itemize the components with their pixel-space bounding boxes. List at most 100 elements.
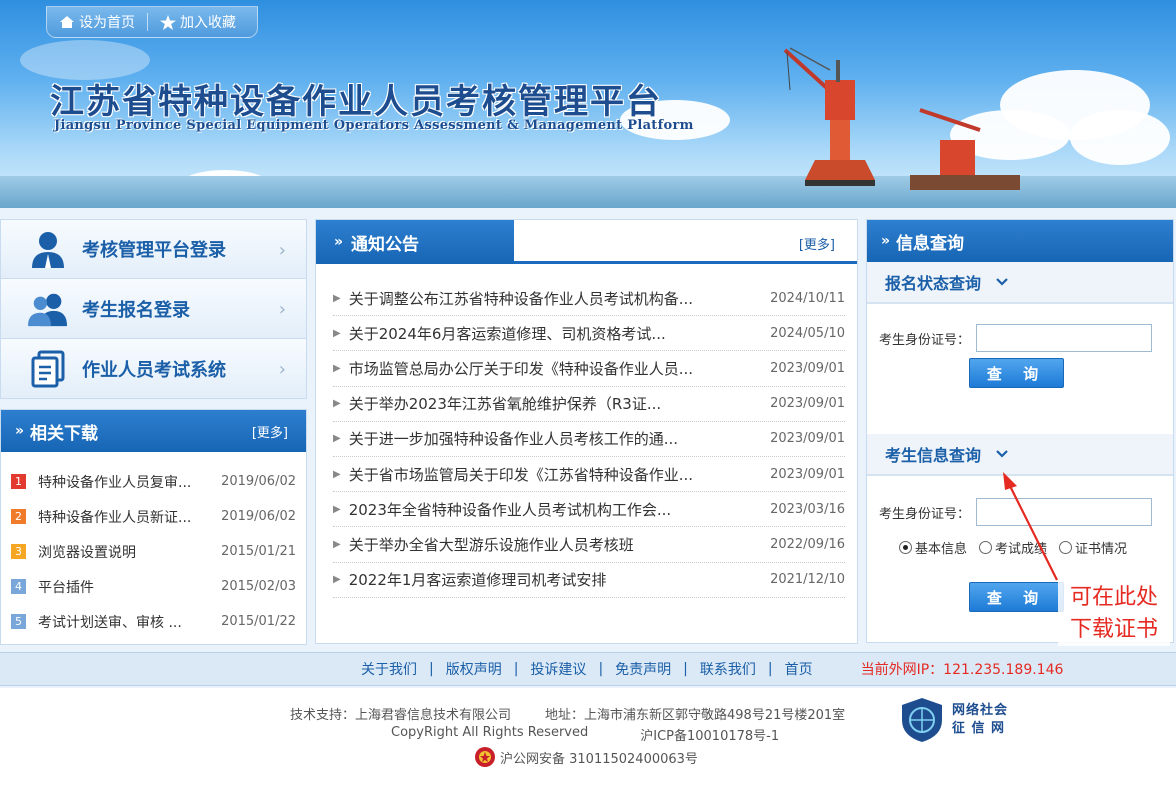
download-link[interactable]: 特种设备作业人员新证... xyxy=(38,507,203,527)
radio-unchecked-icon xyxy=(979,541,993,554)
bullet-icon: ▶ xyxy=(333,503,341,515)
users-icon xyxy=(28,289,68,329)
link-separator: | xyxy=(429,661,434,677)
double-chevron-icon: » xyxy=(881,233,891,249)
chevron-down-icon xyxy=(996,278,1008,286)
list-item: ▶ 市场监管总局办公厅关于印发《特种设备作业人员... 2023/09/01 xyxy=(333,351,845,387)
list-item: ▶ 2022年1月客运索道修理司机考试安排 2021/12/10 xyxy=(333,563,845,598)
downloads-header: » 相关下载 [更多] xyxy=(1,410,306,452)
list-item: 2 特种设备作业人员新证... 2019/06/02 xyxy=(11,499,296,534)
candidate-login-label: 考生报名登录 xyxy=(82,299,190,321)
notice-date: 2023/09/01 xyxy=(770,396,845,412)
reg-status-title: 报名状态查询 xyxy=(885,274,982,293)
radio-label: 基本信息 xyxy=(915,542,968,557)
notice-link[interactable]: 2023年全省特种设备作业人员考试机构工作会... xyxy=(349,499,744,520)
notice-more-link[interactable]: [更多] xyxy=(799,234,835,253)
annotation-line2: 下载证书 xyxy=(1069,617,1158,642)
list-item: 3 浏览器设置说明 2015/01/21 xyxy=(11,534,296,569)
list-item: 4 平台插件 2015/02/03 xyxy=(11,569,296,604)
rank-badge: 1 xyxy=(11,474,26,489)
notice-tab[interactable]: » 通知公告 xyxy=(316,220,514,264)
add-favorite-link[interactable]: 加入收藏 xyxy=(148,12,248,32)
icp-link[interactable]: 沪ICP备10010178号-1 xyxy=(640,725,779,744)
downloads-panel: » 相关下载 [更多] 1 特种设备作业人员复审... 2019/06/02 2… xyxy=(0,409,307,645)
star-icon xyxy=(160,14,176,30)
notice-date: 2024/05/10 xyxy=(770,325,845,341)
rank-badge: 5 xyxy=(11,614,26,629)
notice-link[interactable]: 关于举办2023年江苏省氧舱维护保养（R3证... xyxy=(349,393,744,414)
list-item: ▶ 关于省市场监管局关于印发《江苏省特种设备作业... 2023/09/01 xyxy=(333,457,845,493)
set-homepage-link[interactable]: 设为首页 xyxy=(47,12,147,32)
list-item: ▶ 关于2024年6月客运索道修理、司机资格考试... 2024/05/10 xyxy=(333,316,845,352)
notice-link[interactable]: 关于2024年6月客运索道修理、司机资格考试... xyxy=(349,323,744,344)
exam-system-label: 作业人员考试系统 xyxy=(82,359,226,381)
footer-links-bar: 关于我们 | 版权声明 | 投诉建议 | 免责声明 | 联系我们 | 首页 当前… xyxy=(0,652,1176,686)
downloads-list: 1 特种设备作业人员复审... 2019/06/02 2 特种设备作业人员新证.… xyxy=(1,452,306,639)
notice-link[interactable]: 2022年1月客运索道修理司机考试安排 xyxy=(349,569,744,590)
download-link[interactable]: 浏览器设置说明 xyxy=(38,542,203,562)
bullet-icon: ▶ xyxy=(333,327,341,339)
link-separator: | xyxy=(767,661,773,677)
notice-link[interactable]: 关于省市场监管局关于印发《江苏省特种设备作业... xyxy=(349,464,744,485)
double-chevron-icon: » xyxy=(15,423,25,439)
police-emblem-icon xyxy=(475,747,495,767)
download-link[interactable]: 考试计划送审、审核 ... xyxy=(38,612,203,632)
complaint-link[interactable]: 投诉建议 xyxy=(530,659,586,679)
download-link[interactable]: 平台插件 xyxy=(38,577,203,597)
notice-date: 2023/09/01 xyxy=(770,431,845,447)
exam-info-search-button[interactable]: 查 询 xyxy=(969,582,1064,612)
notice-list: ▶ 关于调整公布江苏省特种设备作业人员考试机构备... 2024/10/11 ▶ 关于… xyxy=(316,264,857,598)
bullet-icon: ▶ xyxy=(333,398,341,410)
home-link[interactable]: 首页 xyxy=(785,659,813,679)
radio-label: 证书情况 xyxy=(1075,542,1128,557)
about-us-link[interactable]: 关于我们 xyxy=(361,659,417,679)
download-date: 2015/01/21 xyxy=(221,544,296,559)
exam-system-button[interactable]: 作业人员考试系统 › xyxy=(0,339,307,399)
police-record-link[interactable]: 沪公网安备 31011502400063号 xyxy=(500,748,698,767)
candidate-login-button[interactable]: 考生报名登录 › xyxy=(0,279,307,339)
bullet-icon: ▶ xyxy=(333,433,341,445)
downloads-more-link[interactable]: [更多] xyxy=(252,422,288,441)
annotation-callout: 可在此处 下载证书 xyxy=(1058,582,1170,646)
copyright-link[interactable]: 版权声明 xyxy=(446,659,502,679)
reg-status-search-button[interactable]: 查 询 xyxy=(969,358,1064,388)
download-date: 2015/01/22 xyxy=(221,614,296,629)
contact-link[interactable]: 联系我们 xyxy=(700,659,756,679)
notice-title: 通知公告 xyxy=(351,234,420,255)
notice-header: » 通知公告 [更多] xyxy=(316,220,857,264)
notice-date: 2023/03/16 xyxy=(770,501,845,517)
site-title: 江苏省特种设备作业人员考核管理平台 xyxy=(50,82,662,122)
info-query-title: 信息查询 xyxy=(896,233,965,254)
certificate-radio[interactable]: 证书情况 xyxy=(1059,538,1127,557)
notice-link[interactable]: 关于进一步加强特种设备作业人员考核工作的通... xyxy=(349,428,744,449)
set-homepage-label: 设为首页 xyxy=(79,15,135,31)
bullet-icon: ▶ xyxy=(333,292,341,304)
notice-date: 2023/09/01 xyxy=(770,466,845,482)
download-date: 2015/02/03 xyxy=(221,579,296,594)
bullet-icon: ▶ xyxy=(333,574,341,586)
admin-login-button[interactable]: 考核管理平台登录 › xyxy=(0,219,307,279)
notice-date: 2022/09/16 xyxy=(770,536,845,552)
badge-line1: 网络社会 xyxy=(952,703,1009,718)
credit-network-badge[interactable]: 网络社会 征 信 网 xyxy=(898,694,1034,746)
notice-link[interactable]: 关于举办全省大型游乐设施作业人员考核班 xyxy=(349,534,744,555)
admin-login-label: 考核管理平台登录 xyxy=(82,240,226,261)
footer-info: 技术支持：上海君睿信息技术有限公司 地址：上海市浦东新区郭守敬路498号21号楼… xyxy=(0,688,1176,790)
reg-id-number-input[interactable] xyxy=(976,324,1153,352)
link-separator: | xyxy=(683,661,688,677)
id-number-label: 考生身份证号： xyxy=(879,332,971,348)
reg-status-header[interactable]: 报名状态查询 xyxy=(867,262,1173,304)
download-link[interactable]: 特种设备作业人员复审... xyxy=(38,472,203,492)
notice-link[interactable]: 关于调整公布江苏省特种设备作业人员考试机构备... xyxy=(349,288,744,309)
basic-info-radio[interactable]: 基本信息 xyxy=(899,538,967,557)
notice-link[interactable]: 市场监管总局办公厅关于印发《特种设备作业人员... xyxy=(349,358,744,379)
disclaimer-link[interactable]: 免责声明 xyxy=(615,659,671,679)
exam-info-title: 考生信息查询 xyxy=(885,446,982,465)
id-number-label: 考生身份证号： xyxy=(879,506,971,522)
site-title-english: Jiangsu Province Special Equipment Opera… xyxy=(54,118,694,133)
cloud-decoration xyxy=(1070,110,1170,165)
rank-badge: 4 xyxy=(11,579,26,594)
header-banner: 设为首页 加入收藏 江苏省特种设备作业人员考核管理平台 Jiangsu Prov… xyxy=(0,0,1176,208)
list-item: ▶ 关于调整公布江苏省特种设备作业人员考试机构备... 2024/10/11 xyxy=(333,281,845,317)
radio-checked-icon xyxy=(899,541,912,554)
